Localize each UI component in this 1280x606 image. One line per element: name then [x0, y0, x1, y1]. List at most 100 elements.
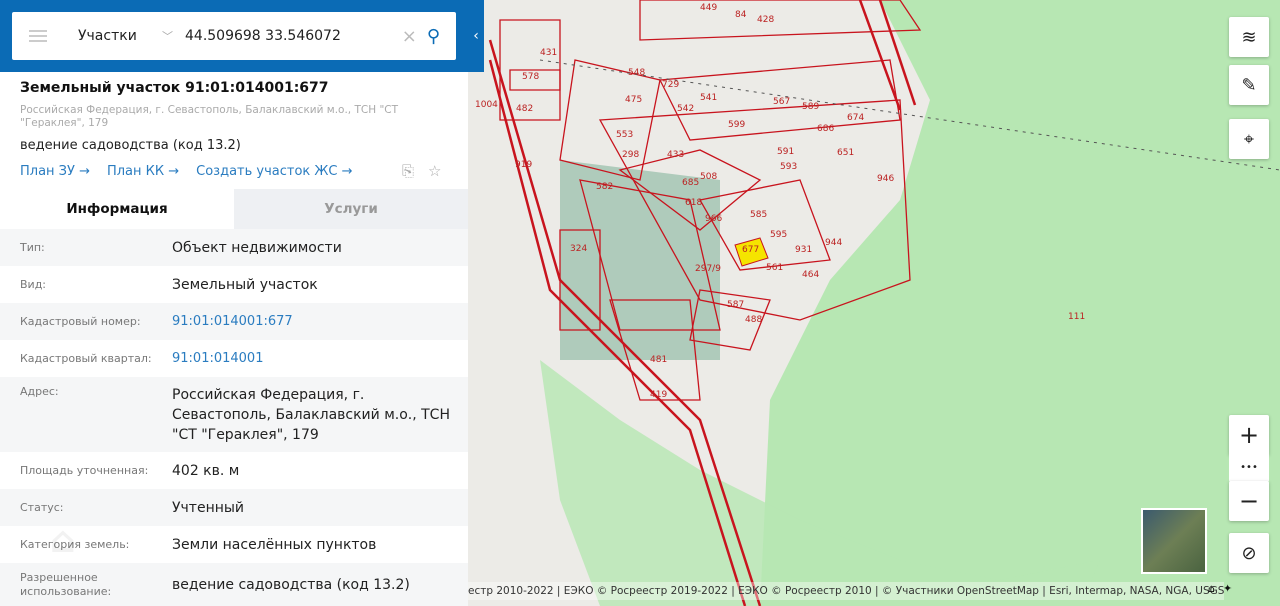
row-label: Адрес: [20, 385, 59, 398]
parcel-label[interactable]: 587 [727, 300, 744, 310]
info-row: Тип: Объект недвижимости [0, 229, 468, 266]
parcel-label[interactable]: 542 [677, 104, 694, 114]
parcel-label[interactable]: 475 [625, 95, 642, 105]
map-attribution: естр 2010-2022 | ЕЭКО © Росреестр 2019-2… [468, 582, 1225, 600]
create-plot-link[interactable]: Создать участок ЖС → [196, 164, 352, 179]
parcel-label[interactable]: 686 [817, 124, 834, 134]
search-icon[interactable]: ⚲ [427, 26, 440, 47]
parcel-label[interactable]: 84 [735, 10, 746, 20]
parcel-label[interactable]: 561 [766, 263, 783, 273]
parcel-label[interactable]: 593 [780, 162, 797, 172]
parcel-label[interactable]: 946 [877, 174, 894, 184]
parcel-label[interactable]: 618 [685, 198, 702, 208]
parcel-label[interactable]: 931 [795, 245, 812, 255]
parcel-label[interactable]: 674 [847, 113, 864, 123]
cadastral-quarter-link[interactable]: 91:01:014001 [172, 349, 462, 369]
layers-button[interactable]: ≋ [1229, 17, 1269, 57]
info-panel: Земельный участок 91:01:014001:677 Росси… [0, 0, 468, 606]
parcel-label[interactable]: 1004 [475, 100, 498, 110]
info-row: Кадастровый номер: 91:01:014001:677 [0, 303, 468, 340]
parcel-label[interactable]: 324 [570, 244, 587, 254]
cadastral-number-link[interactable]: 91:01:014001:677 [172, 312, 462, 332]
parcel-label[interactable]: 595 [770, 230, 787, 240]
row-label: Площадь уточненная: [20, 463, 149, 477]
document-search-icon[interactable]: ⎘ [402, 162, 414, 180]
parcel-label[interactable]: 482 [516, 104, 533, 114]
parcel-label[interactable]: 919 [515, 160, 532, 170]
tab-services[interactable]: Услуги [234, 189, 468, 229]
parcel-label[interactable]: 428 [757, 15, 774, 25]
parcel-label[interactable]: 966 [705, 214, 722, 224]
parcel-label[interactable]: 541 [700, 93, 717, 103]
compass-button[interactable]: ⊘ [1229, 533, 1269, 573]
row-value: Объект недвижимости [172, 239, 342, 256]
object-title: Земельный участок 91:01:014001:677 [20, 80, 329, 96]
parcel-label[interactable]: 111 [1068, 312, 1085, 322]
domclick-watermark: ⌂ [50, 520, 76, 561]
parcel-label[interactable]: 677 [742, 245, 759, 255]
locate-button[interactable]: ⌖ [1229, 119, 1269, 159]
parcel-label[interactable]: 729 [662, 80, 679, 90]
parcel-label[interactable]: 464 [802, 270, 819, 280]
basemap-thumbnail[interactable] [1141, 508, 1207, 574]
layer-select[interactable]: Участки [78, 28, 162, 44]
parcel-label[interactable]: 651 [837, 148, 854, 158]
parcel-label[interactable]: 599 [728, 120, 745, 130]
info-row: Адрес: Российская Федерация, г. Севастопо… [0, 377, 468, 452]
parcel-label[interactable]: 508 [700, 172, 717, 182]
row-label: Кадастровый квартал: [20, 351, 152, 365]
row-label: Разрешенное использование: [20, 570, 112, 598]
row-value: Земли населённых пунктов [172, 536, 377, 553]
parcel-label[interactable]: 585 [750, 210, 767, 220]
parcel-label[interactable]: 685 [682, 178, 699, 188]
crosshair-icon[interactable]: ✦ [1223, 582, 1232, 595]
parcel-label[interactable]: 591 [777, 147, 794, 157]
close-icon[interactable]: × [402, 26, 417, 47]
parcel-label[interactable]: 567 [773, 97, 790, 107]
more-button[interactable]: ••• [1229, 452, 1269, 482]
tab-info[interactable]: Информация [0, 189, 234, 229]
hamburger-icon[interactable] [29, 30, 47, 42]
row-label: Тип: [20, 240, 45, 254]
row-label: Категория земель: [20, 537, 130, 551]
zoom-in-button[interactable]: + [1229, 415, 1269, 455]
row-value: Российская Федерация, г. Севастополь, Ба… [172, 387, 450, 443]
parcel-label[interactable]: 431 [540, 48, 557, 58]
parcel-label[interactable]: 944 [825, 238, 842, 248]
zoom-out-button[interactable]: − [1229, 481, 1269, 521]
parcel-label[interactable]: 589 [802, 102, 819, 112]
parcel-label[interactable]: 297/9 [695, 264, 721, 274]
info-row: Вид: Земельный участок [0, 266, 468, 303]
parcel-label[interactable]: 449 [700, 3, 717, 13]
home-icon[interactable]: ⌂ [1208, 582, 1215, 595]
object-address: Российская Федерация, г. Севастополь, Ба… [20, 104, 399, 129]
row-value: 402 кв. м [172, 462, 240, 479]
ruler-button[interactable]: ✎ [1229, 65, 1269, 105]
row-label: Кадастровый номер: [20, 314, 141, 328]
info-row: Кадастровый квартал: 91:01:014001 [0, 340, 468, 377]
info-row: Разрешенное использование: ведение садово… [0, 563, 468, 606]
info-row: Площадь уточненная: 402 кв. м [0, 452, 468, 489]
row-label: Вид: [20, 277, 47, 291]
parcel-label[interactable]: 548 [628, 68, 645, 78]
plan-kk-link[interactable]: План КК → [107, 164, 179, 179]
row-value: Земельный участок [172, 276, 318, 293]
parcel-label[interactable]: 488 [745, 315, 762, 325]
plan-zu-link[interactable]: План ЗУ → [20, 164, 90, 179]
parcel-label[interactable]: 433 [667, 150, 684, 160]
chevron-down-icon[interactable]: ﹀ [162, 28, 173, 44]
parcel-label[interactable]: 553 [616, 130, 633, 140]
parcel-label[interactable]: 578 [522, 72, 539, 82]
search-bar: Участки ﹀ 44.509698 33.546072 × ⚲ [12, 12, 456, 60]
chevron-left-icon[interactable]: ‹ [468, 24, 484, 48]
search-input[interactable]: 44.509698 33.546072 [185, 28, 402, 44]
row-value: ведение садоводства (код 13.2) [172, 576, 410, 593]
row-label: Статус: [20, 500, 64, 514]
parcel-label[interactable]: 481 [650, 355, 667, 365]
parcel-label[interactable]: 298 [622, 150, 639, 160]
row-value: Учтенный [172, 499, 245, 516]
parcel-label[interactable]: 419 [650, 390, 667, 400]
parcel-label[interactable]: 582 [596, 182, 613, 192]
object-use: ведение садоводства (код 13.2) [20, 138, 241, 153]
star-icon[interactable]: ☆ [428, 162, 441, 180]
